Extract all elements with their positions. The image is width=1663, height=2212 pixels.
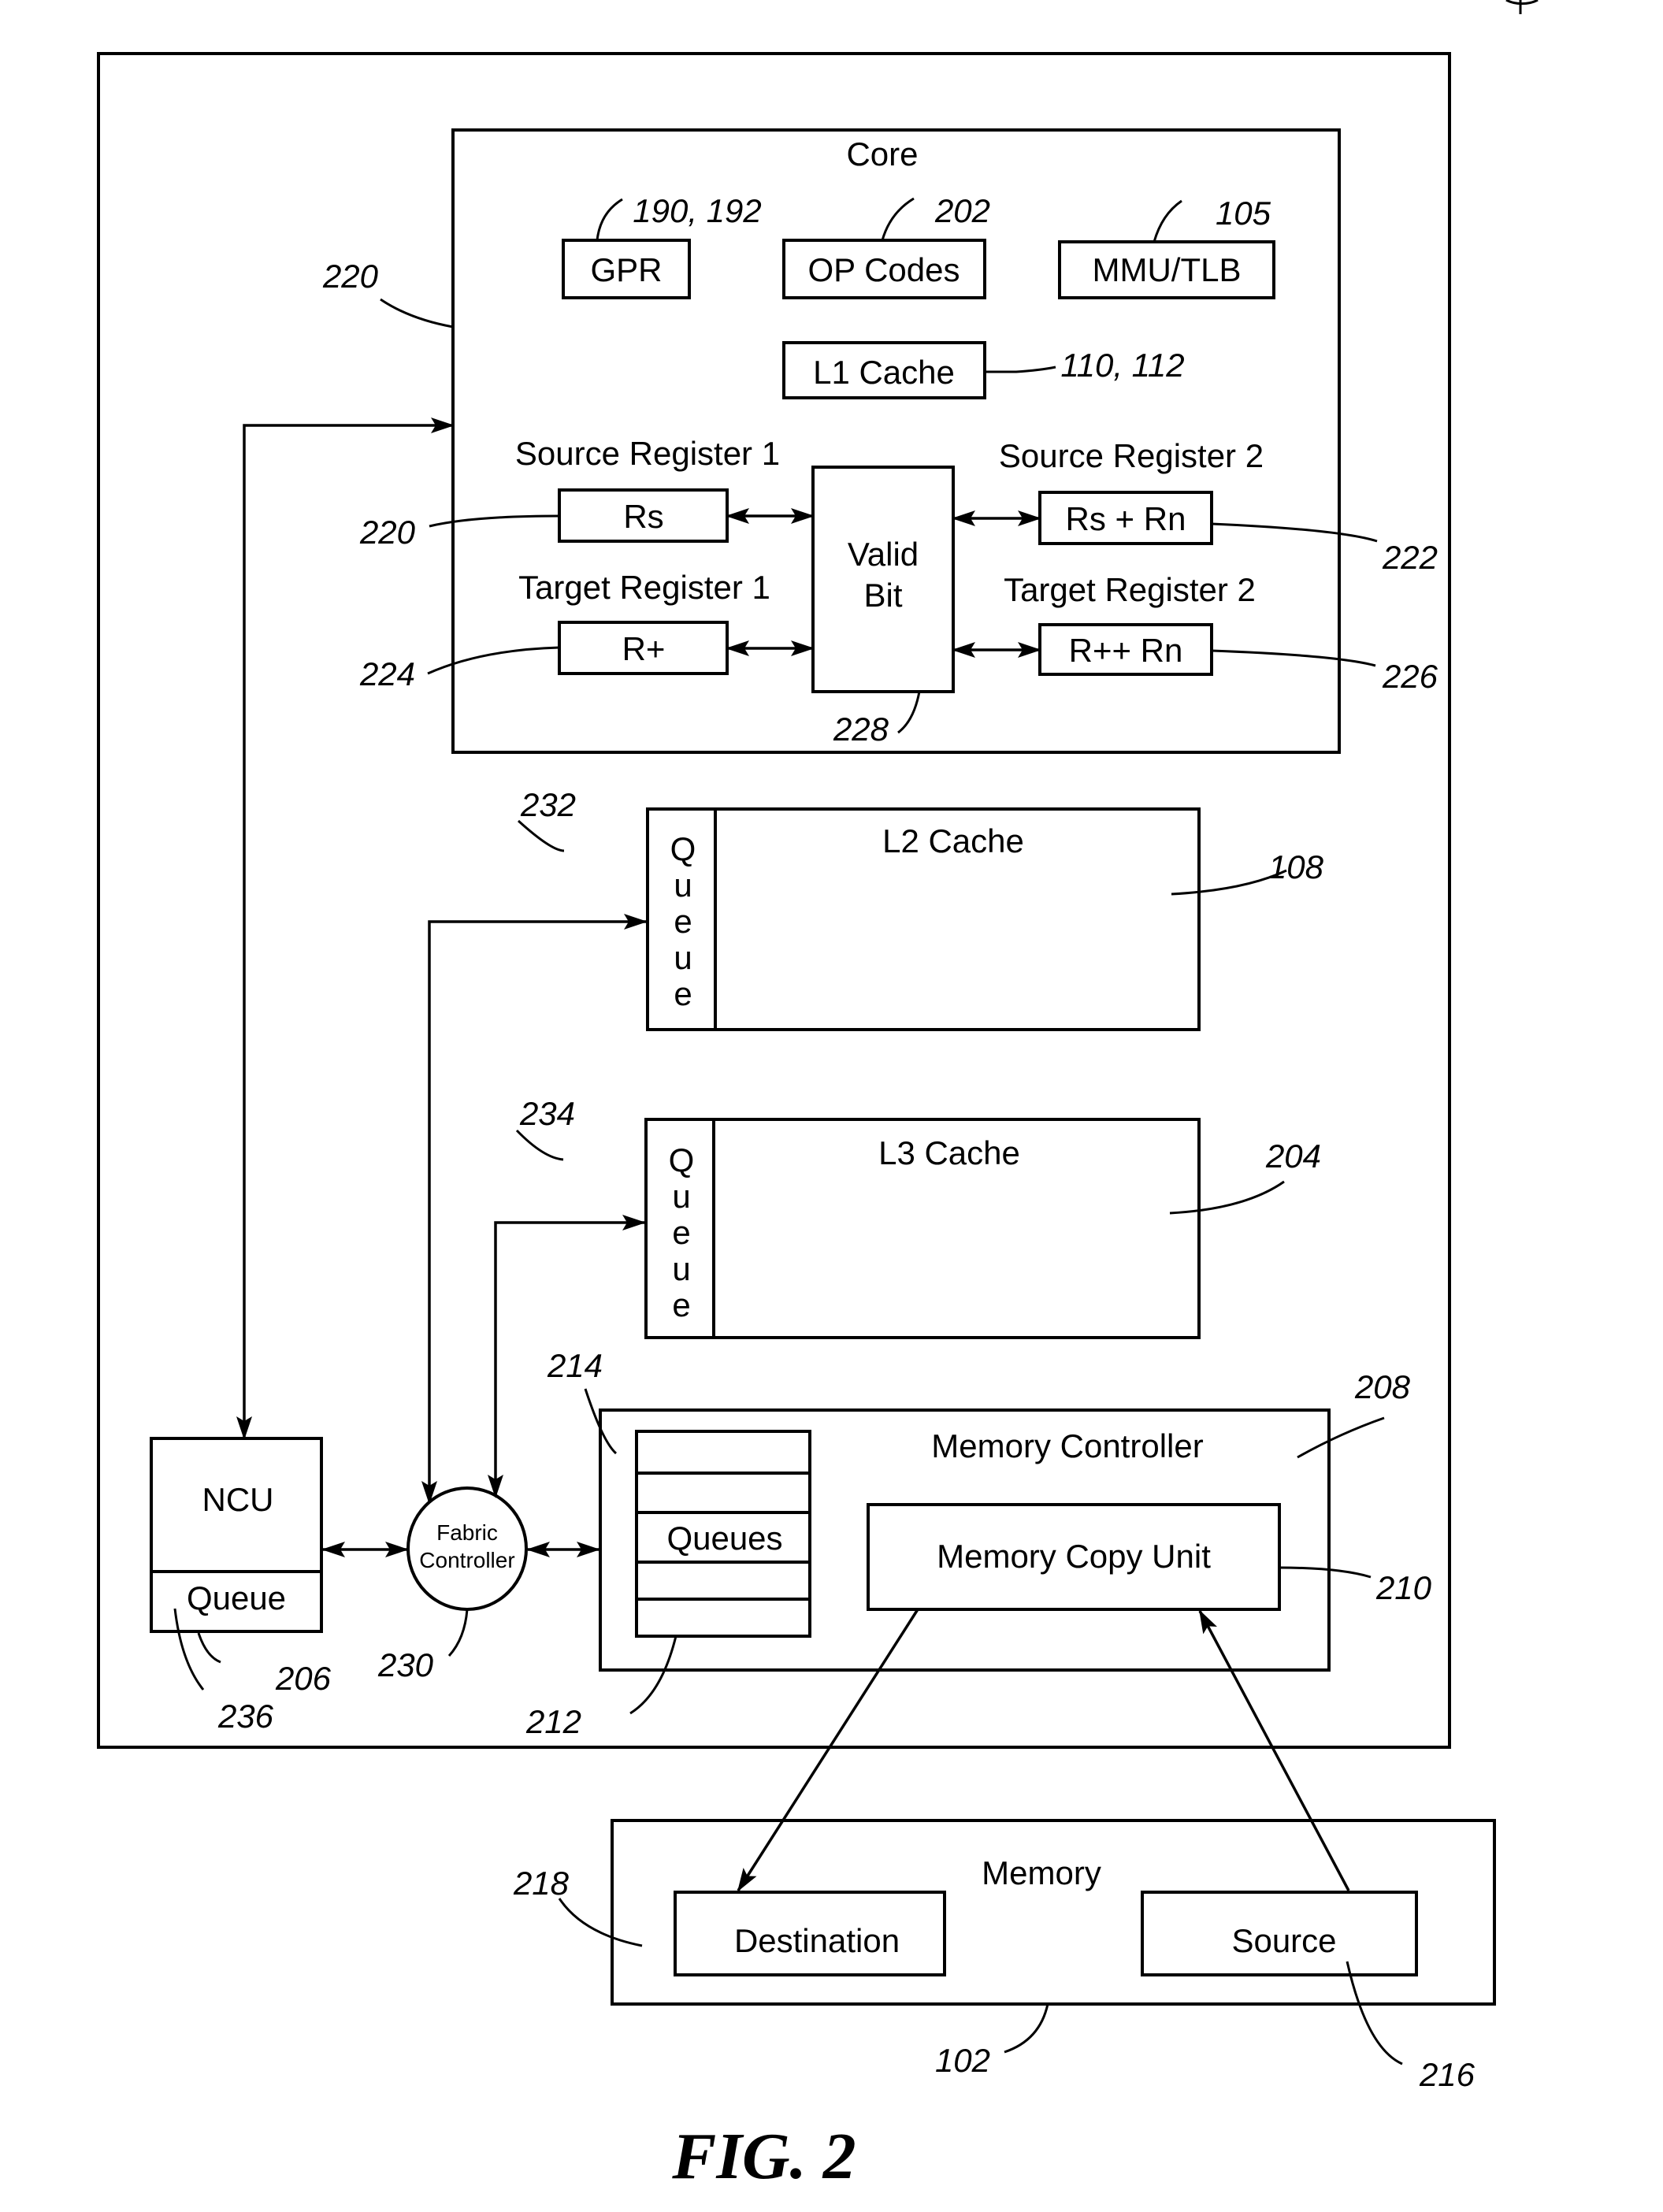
destination-box: Destination (674, 1891, 946, 1976)
r-plus-plus-rn-label: R++ Rn (1069, 632, 1183, 669)
memory-block: Memory 102 Destination 218 Source 216 (513, 1819, 1496, 2093)
queue-letter: Q (670, 830, 696, 867)
rs-label: Rs (623, 498, 663, 535)
destination-ref: 218 (513, 1865, 570, 1902)
source-register-2-ref: 222 (1382, 539, 1438, 576)
target-register-2-ref: 226 (1382, 658, 1438, 695)
mmu-tlb-label: MMU/TLB (1093, 251, 1242, 288)
memory-controller-label: Memory Controller (931, 1427, 1203, 1464)
patent-diagram: Core 220 GPR 190, 192 OP Codes 202 MMU/T… (97, 0, 1539, 2193)
ncu-label: NCU (202, 1481, 274, 1518)
queue-letter: e (672, 1286, 690, 1323)
source-label: Source (1231, 1922, 1336, 1959)
core-ref: 220 (322, 258, 379, 295)
r-plus-label: R+ (622, 630, 666, 667)
source-register-1-title: Source Register 1 (515, 435, 780, 472)
queue-letter: e (672, 1214, 690, 1251)
fabric-controller-line1: Fabric (436, 1520, 498, 1545)
source-box: Source (1141, 1891, 1418, 1976)
l2-queue: Q u e u e (670, 830, 696, 1012)
valid-bit-line2: Bit (863, 577, 902, 614)
l2-cache-ref: 108 (1268, 848, 1324, 885)
queue-letter: e (674, 903, 692, 940)
source-register-2-box: Rs + Rn (1038, 491, 1213, 545)
valid-bit-ref: 228 (833, 711, 889, 748)
op-codes-ref: 202 (934, 192, 990, 229)
l2-cache-label: L2 Cache (882, 822, 1024, 859)
source-register-2-title: Source Register 2 (999, 437, 1264, 474)
queues-stack: Queues (635, 1430, 811, 1638)
ncu-ref: 206 (275, 1660, 332, 1697)
queue-letter: u (674, 939, 692, 976)
gpr-ref: 190, 192 (633, 192, 762, 229)
registration-mark-icon (1505, 0, 1539, 14)
l3-cache-label: L3 Cache (878, 1134, 1020, 1171)
memory-controller-ref: 208 (1354, 1368, 1411, 1405)
memory-copy-unit-box: Memory Copy Unit (867, 1503, 1281, 1611)
rs-plus-rn-label: Rs + Rn (1066, 500, 1186, 537)
mmu-tlb-ref: 105 (1216, 195, 1271, 232)
ncu-queue-ref: 236 (217, 1698, 274, 1735)
memory-ref: 102 (935, 2042, 990, 2079)
target-register-2-title: Target Register 2 (1004, 571, 1256, 608)
gpr-label: GPR (590, 251, 662, 288)
ncu-queue-label: Queue (187, 1579, 286, 1616)
fabric-controller-ref: 230 (377, 1646, 434, 1683)
op-codes-label: OP Codes (808, 251, 960, 288)
memory-copy-unit-label: Memory Copy Unit (937, 1538, 1211, 1575)
queue-entry-ref: 214 (547, 1347, 603, 1384)
memory-label: Memory (982, 1854, 1101, 1891)
queue-letter: u (674, 867, 692, 904)
core-block: Core 220 GPR 190, 192 OP Codes 202 MMU/T… (322, 128, 1438, 754)
queue-letter: e (674, 975, 692, 1012)
queue-letter: u (672, 1250, 690, 1287)
valid-bit-line1: Valid (848, 536, 919, 573)
l3-cache-ref: 204 (1265, 1138, 1321, 1175)
l3-queue: Q u e u e (669, 1141, 695, 1323)
l2-queue-ref: 232 (520, 786, 576, 823)
fabric-controller-line2: Controller (419, 1548, 514, 1572)
source-register-1-ref: 220 (359, 514, 416, 551)
target-register-1-box: R+ (558, 621, 729, 675)
target-register-2-box: R++ Rn (1038, 623, 1213, 676)
l1-cache-label: L1 Cache (813, 354, 955, 391)
memory-leader (1004, 2003, 1049, 2054)
memory-copy-unit-ref: 210 (1375, 1569, 1432, 1606)
target-register-1-title: Target Register 1 (518, 569, 770, 606)
target-register-1-ref: 224 (359, 655, 415, 692)
core-title: Core (846, 135, 918, 173)
queues-ref: 212 (525, 1703, 581, 1740)
source-ref: 216 (1419, 2056, 1476, 2093)
destination-label: Destination (734, 1922, 900, 1959)
queue-letter: Q (669, 1141, 695, 1178)
l1-cache-ref: 110, 112 (1060, 347, 1184, 384)
l3-queue-ref: 234 (519, 1095, 575, 1132)
queues-label: Queues (666, 1520, 782, 1557)
figure-caption: FIG. 2 (671, 2120, 856, 2193)
source-register-1-box: Rs (558, 488, 729, 543)
queue-letter: u (672, 1178, 690, 1215)
